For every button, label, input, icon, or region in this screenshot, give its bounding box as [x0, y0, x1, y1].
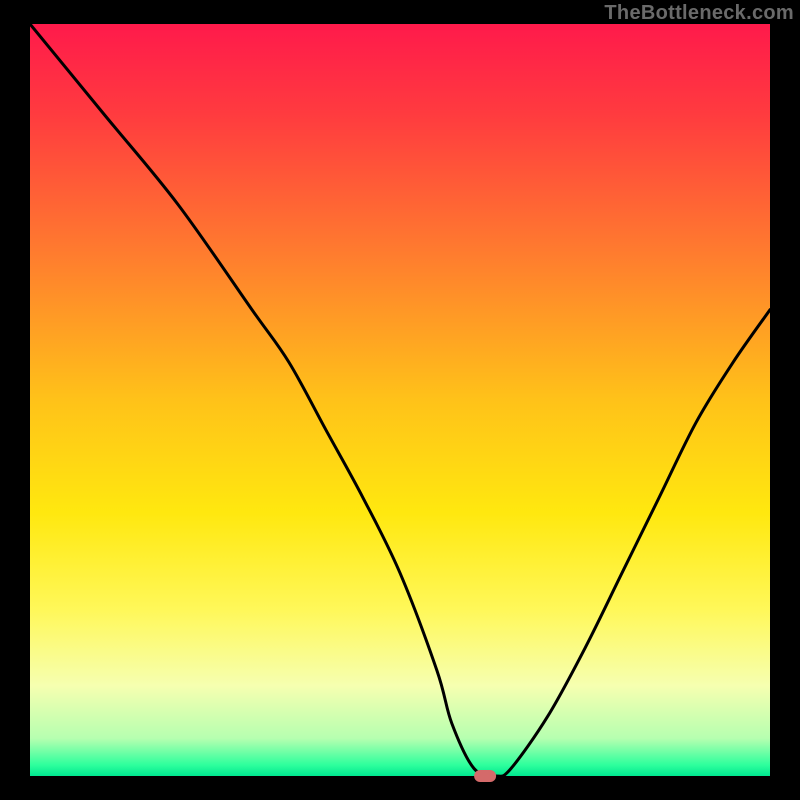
bottleneck-chart: [0, 0, 800, 800]
optimal-point-marker: [474, 770, 496, 782]
watermark-text: TheBottleneck.com: [604, 2, 794, 25]
chart-frame: TheBottleneck.com: [0, 0, 800, 800]
plot-background: [30, 24, 770, 776]
